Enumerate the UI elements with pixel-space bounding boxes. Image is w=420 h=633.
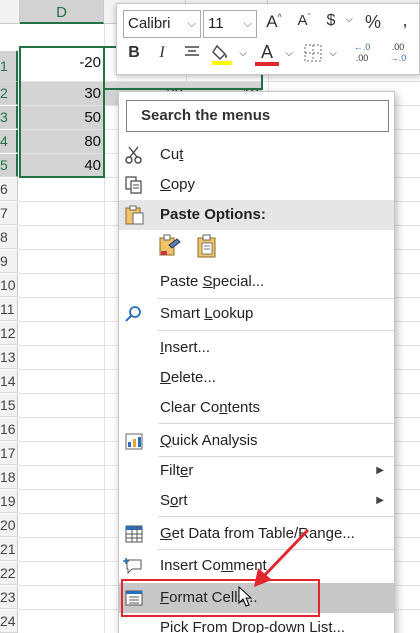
mouse-cursor-icon [238, 586, 253, 607]
annotation-arrow [254, 528, 310, 587]
